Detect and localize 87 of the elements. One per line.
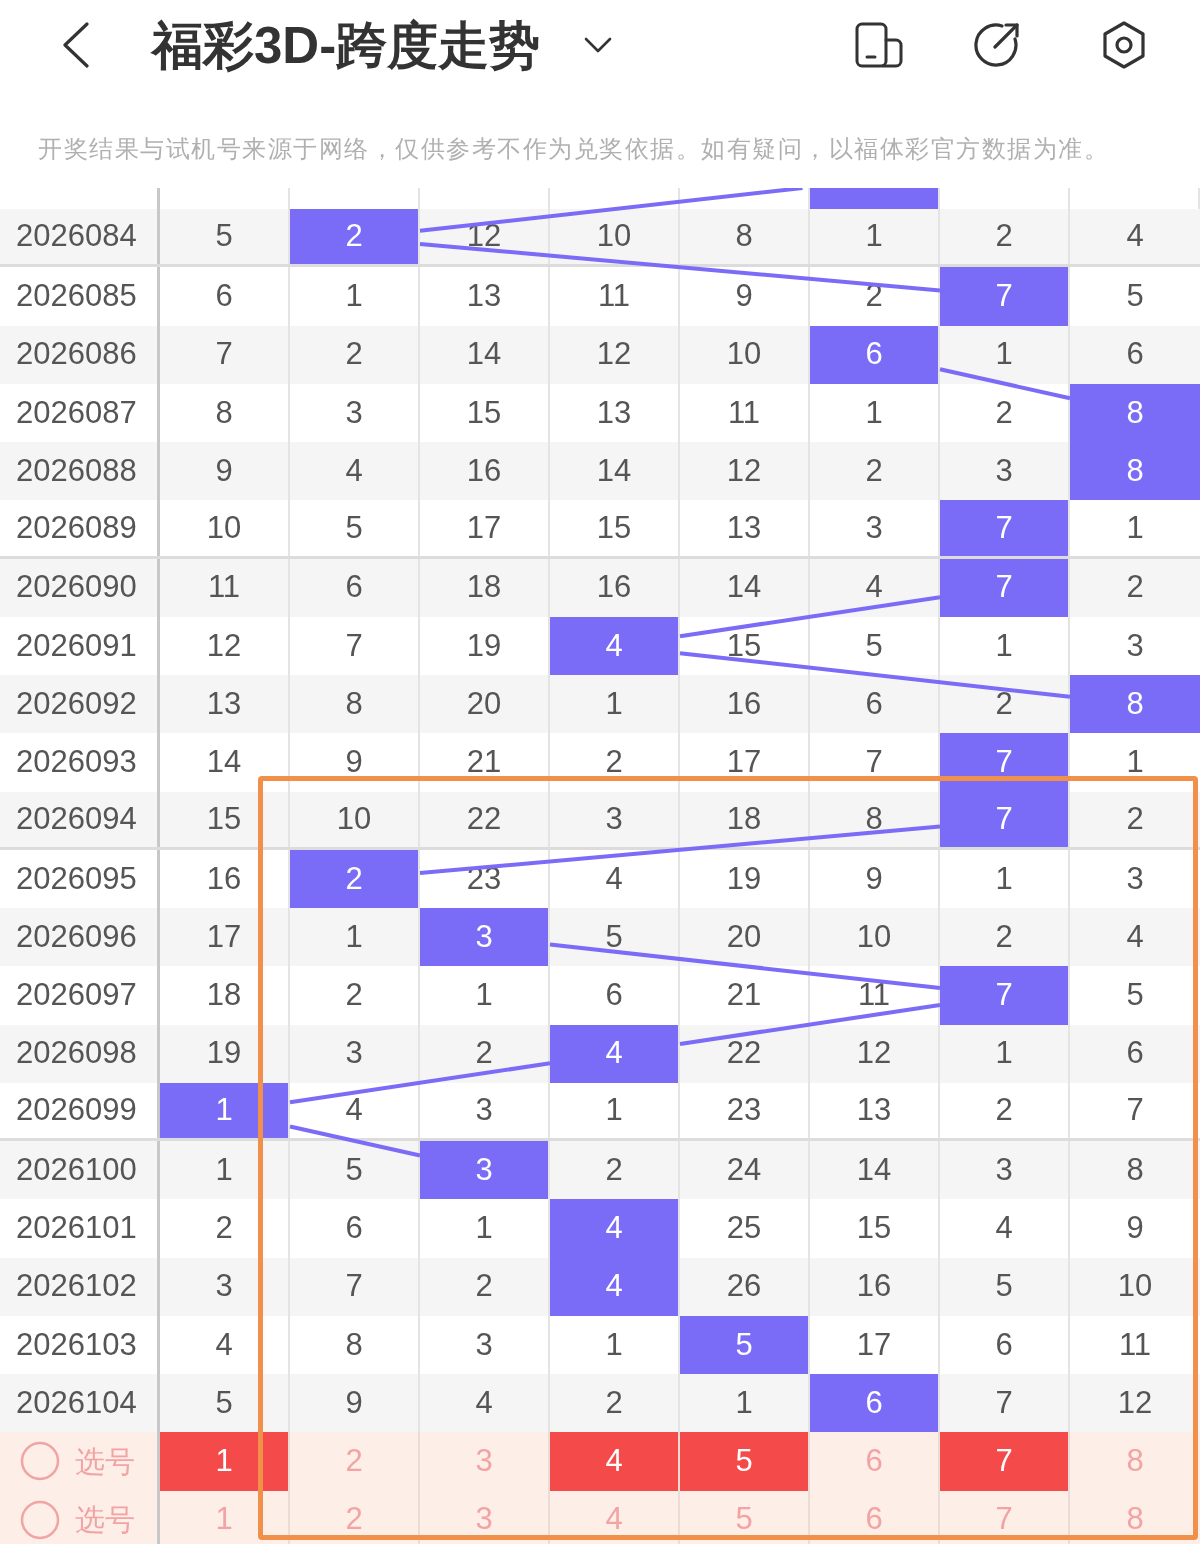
table-cell: 23 [680, 1082, 810, 1138]
pick-number-button[interactable]: 7 [940, 1490, 1070, 1544]
highlighted-cell: 5 [680, 1315, 810, 1374]
table-cell: 12 [420, 209, 550, 265]
pick-number-button[interactable]: 5 [680, 1490, 810, 1544]
table-cell-text: 3 [1125, 859, 1145, 898]
highlighted-cell: 4 [550, 1257, 680, 1316]
caret-icon[interactable] [584, 37, 613, 53]
highlighted-cell: 6 [810, 325, 940, 384]
radio-icon[interactable] [20, 1499, 60, 1540]
devices-icon[interactable] [855, 22, 903, 68]
table-cell: 10 [160, 500, 290, 556]
highlighted-cell: 6 [810, 1374, 940, 1433]
pick-number-button[interactable]: 2 [290, 1490, 420, 1544]
table-cell-text: 7 [1125, 1091, 1145, 1130]
highlighted-cell: 2 [290, 209, 420, 265]
table-cell-text: 4 [1125, 217, 1145, 256]
pick-label: 选号 [75, 1443, 135, 1480]
period-cell: 2026084 [0, 209, 160, 265]
table-cell: 13 [810, 1082, 940, 1138]
table-cell: 1 [550, 1082, 680, 1138]
disclaimer-text: 开奖结果与试机号来源于网络，仅供参考不作为兑奖依据。如有疑问，以福体彩官方数据为准。 [38, 136, 1109, 162]
table-cell: 10 [290, 791, 420, 847]
highlighted-cell: 7 [940, 558, 1070, 617]
table-cell: 2 [940, 209, 1070, 265]
highlighted-cell: 7 [940, 791, 1070, 847]
table-cell: 22 [420, 791, 550, 847]
pick-number-button[interactable]: 5 [680, 1432, 810, 1491]
highlighted-cell: 7 [940, 500, 1070, 556]
pick-number-button[interactable]: 7 [940, 1432, 1070, 1491]
pick-number-button[interactable]: 3 [420, 1490, 550, 1544]
table-cell: 2 [940, 1082, 1070, 1138]
table-cell-text: 4 [1125, 917, 1145, 956]
table-cell-text: 2 [1125, 568, 1145, 607]
table-cell-text: 6 [1125, 1034, 1145, 1073]
highlighted-cell: 3 [420, 1141, 550, 1200]
radio-icon[interactable] [20, 1441, 60, 1482]
back-icon[interactable] [62, 22, 90, 68]
table-cell: 1 [810, 209, 940, 265]
pick-number-button[interactable]: 1 [160, 1490, 290, 1544]
table-cell: 4 [290, 1082, 420, 1138]
highlighted-cell: 7 [940, 966, 1070, 1025]
highlighted-cell: 3 [420, 908, 550, 967]
highlighted-cell: 4 [550, 1199, 680, 1258]
highlighted-cell: 7 [940, 733, 1070, 792]
highlighted-cell: 8 [1070, 383, 1200, 442]
table-cell: 15 [550, 500, 680, 556]
table-cell: 17 [420, 500, 550, 556]
highlighted-cell: 4 [550, 1024, 680, 1083]
period-cell: 2026094 [0, 791, 160, 847]
table-cell: 3 [420, 1082, 550, 1138]
table-cell-text: 12 [1116, 1383, 1154, 1422]
highlighted-cell: 8 [1070, 442, 1200, 501]
pick-number-button[interactable]: 4 [550, 1432, 680, 1491]
table-cell-text: 1 [1125, 743, 1145, 782]
highlighted-cell: 2 [290, 849, 420, 908]
highlighted-cell: 4 [550, 616, 680, 675]
table-cell-text: 3 [1125, 626, 1145, 665]
table-cell: 13 [680, 500, 810, 556]
highlighted-cell: 1 [160, 1082, 290, 1138]
table-cell-text: 1 [1125, 508, 1145, 547]
table-cell-text: 8 [1125, 1150, 1145, 1189]
period-cell: 2026089 [0, 500, 160, 556]
table-cell: 5 [290, 500, 420, 556]
table-cell: 10 [550, 209, 680, 265]
arrow-out-circle-icon[interactable] [973, 21, 1021, 69]
table-cell: 18 [680, 791, 810, 847]
settings-icon[interactable] [1100, 21, 1148, 69]
pick-number-button[interactable]: 4 [550, 1490, 680, 1544]
highlighted-cell: 7 [940, 267, 1070, 326]
table-cell-text: 6 [1125, 335, 1145, 374]
table-cell: 3 [550, 791, 680, 847]
table-cell-text: 9 [1125, 1209, 1145, 1248]
pick-number-button[interactable]: 8 [1070, 1432, 1200, 1491]
pick-number-button[interactable]: 6 [810, 1490, 940, 1544]
table-cell-text: 11 [1117, 1325, 1153, 1364]
table-cell-text: 10 [1116, 1267, 1154, 1306]
table-cell-text: 5 [1125, 277, 1145, 316]
page-title: 福彩3D-跨度走势 [152, 19, 541, 71]
table-cell-text: 5 [1125, 976, 1145, 1015]
table-cell: 8 [680, 209, 810, 265]
table-cell-text: 2 [1125, 799, 1145, 838]
pick-label: 选号 [75, 1502, 135, 1539]
pick-number-button[interactable]: 1 [160, 1432, 290, 1491]
pick-number-button[interactable]: 8 [1070, 1490, 1200, 1544]
highlighted-cell: 8 [1070, 675, 1200, 734]
table-cell: 15 [160, 791, 290, 847]
